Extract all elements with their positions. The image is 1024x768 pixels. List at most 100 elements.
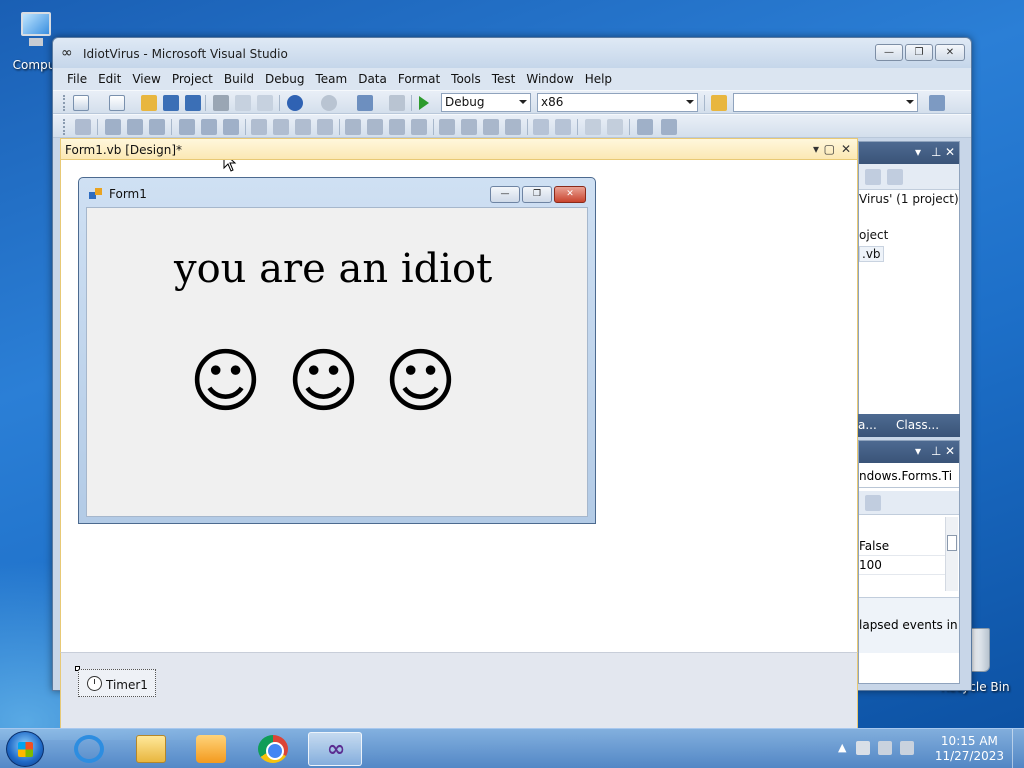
form1-window[interactable]: Form1 — ❐ ✕ you are an idiot ☺ ☺ ☺ — [78, 177, 596, 524]
property-row-interval[interactable]: 100 — [859, 556, 945, 575]
layout-toolbar-grip[interactable] — [63, 119, 66, 135]
menu-test[interactable]: Test — [488, 68, 523, 90]
label-you-are-an-idiot[interactable]: you are an idiot — [174, 246, 492, 292]
new-project-icon[interactable] — [73, 95, 89, 111]
minimize-button[interactable]: — — [875, 44, 903, 61]
menu-project[interactable]: Project — [168, 68, 220, 90]
horizontal-spacing-equal-icon[interactable] — [345, 119, 361, 135]
taskbar-visual-studio[interactable]: ∞ — [308, 732, 362, 766]
property-row-enabled[interactable]: False — [859, 537, 945, 556]
cut-icon[interactable] — [213, 95, 229, 111]
toolbar-grip[interactable] — [63, 95, 66, 111]
menu-team[interactable]: Team — [311, 68, 354, 90]
align-bottoms-icon[interactable] — [223, 119, 239, 135]
document-dropdown-icon[interactable]: ▾ — [813, 142, 819, 156]
show-hidden-icons-icon[interactable]: ▲ — [838, 741, 846, 754]
form1-maximize-button[interactable]: ❐ — [522, 186, 552, 203]
smiley-label-3[interactable]: ☺ — [384, 346, 457, 416]
form1-client-area[interactable]: you are an idiot ☺ ☺ ☺ — [86, 207, 588, 517]
timer1-component[interactable]: Timer1 — [78, 669, 156, 697]
taskbar-internet-explorer[interactable] — [62, 732, 116, 766]
maximize-button[interactable]: ❐ — [905, 44, 933, 61]
align-centers-icon[interactable] — [127, 119, 143, 135]
menu-data[interactable]: Data — [354, 68, 394, 90]
open-file-icon[interactable] — [141, 95, 157, 111]
find-icon[interactable] — [929, 95, 945, 111]
save-all-icon[interactable] — [185, 95, 201, 111]
smiley-label-1[interactable]: ☺ — [189, 346, 262, 416]
menu-help[interactable]: Help — [581, 68, 619, 90]
send-to-back-icon[interactable] — [607, 119, 623, 135]
panel-close-icon[interactable]: ✕ — [945, 145, 955, 159]
menu-debug[interactable]: Debug — [261, 68, 311, 90]
center-horizontally-icon[interactable] — [533, 119, 549, 135]
remove-vertical-spacing-icon[interactable] — [505, 119, 521, 135]
panel-dropdown-icon[interactable]: ▾ — [915, 145, 921, 159]
project-node[interactable]: oject — [859, 228, 888, 242]
align-lefts-icon[interactable] — [105, 119, 121, 135]
align-tops-icon[interactable] — [179, 119, 195, 135]
menu-tools[interactable]: Tools — [447, 68, 488, 90]
align-rights-icon[interactable] — [149, 119, 165, 135]
find-in-files-icon[interactable] — [711, 95, 727, 111]
toolbar-options-icon[interactable] — [661, 119, 677, 135]
show-desktop-button[interactable] — [1012, 729, 1024, 768]
solution-config-combo[interactable]: Debug — [441, 93, 531, 112]
form1-vb-node[interactable]: .vb — [859, 246, 884, 262]
taskbar-clock[interactable]: 10:15 AM 11/27/2023 — [935, 734, 1004, 764]
decrease-vertical-spacing-icon[interactable] — [483, 119, 499, 135]
form1-minimize-button[interactable]: — — [490, 186, 520, 203]
properties-icon[interactable] — [865, 169, 881, 185]
make-same-width-icon[interactable] — [251, 119, 267, 135]
menu-build[interactable]: Build — [220, 68, 261, 90]
vs-title-bar[interactable]: ∞ IdiotVirus - Microsoft Visual Studio —… — [53, 38, 971, 68]
remove-horizontal-spacing-icon[interactable] — [411, 119, 427, 135]
tab-solution-explorer[interactable]: a... — [858, 418, 877, 432]
menu-format[interactable]: Format — [394, 68, 447, 90]
properties-object-combo[interactable]: ndows.Forms.Ti — [859, 466, 959, 488]
menu-file[interactable]: File — [63, 68, 94, 90]
document-maximize-icon[interactable]: ▢ — [824, 142, 835, 156]
taskbar-chrome[interactable] — [246, 732, 300, 766]
document-tab-form1-design[interactable]: Form1.vb [Design]* ▾ ▢ ✕ — [60, 138, 858, 160]
undo-icon[interactable] — [287, 95, 303, 111]
increase-horizontal-spacing-icon[interactable] — [367, 119, 383, 135]
bring-to-front-icon[interactable] — [585, 119, 601, 135]
align-to-grid-icon[interactable] — [75, 119, 91, 135]
add-item-icon[interactable] — [109, 95, 125, 111]
save-icon[interactable] — [163, 95, 179, 111]
menu-window[interactable]: Window — [522, 68, 580, 90]
solution-platform-combo[interactable]: x86 — [537, 93, 698, 112]
view-class-diagram-icon[interactable] — [887, 169, 903, 185]
taskbar-file-explorer[interactable] — [124, 732, 178, 766]
center-vertically-icon[interactable] — [555, 119, 571, 135]
menu-edit[interactable]: Edit — [94, 68, 128, 90]
navigate-forward-icon[interactable] — [389, 95, 405, 111]
form1-title-bar[interactable]: Form1 — [89, 187, 147, 201]
increase-vertical-spacing-icon[interactable] — [461, 119, 477, 135]
paste-icon[interactable] — [257, 95, 273, 111]
align-middles-icon[interactable] — [201, 119, 217, 135]
document-close-icon[interactable]: ✕ — [841, 142, 851, 156]
tab-class-view[interactable]: Class... — [896, 418, 939, 432]
decrease-horizontal-spacing-icon[interactable] — [389, 119, 405, 135]
navigate-backward-icon[interactable] — [357, 95, 373, 111]
form1-close-button[interactable]: ✕ — [554, 186, 586, 203]
size-to-grid-icon[interactable] — [317, 119, 333, 135]
properties-pin-icon[interactable]: ⊥ — [931, 444, 941, 458]
network-icon[interactable] — [878, 741, 892, 755]
property-grid-scrollbar[interactable] — [945, 517, 958, 591]
properties-close-icon[interactable]: ✕ — [945, 444, 955, 458]
make-same-size-icon[interactable] — [295, 119, 311, 135]
menu-view[interactable]: View — [128, 68, 167, 90]
scroll-thumb[interactable] — [947, 535, 957, 551]
volume-muted-icon[interactable] — [900, 741, 914, 755]
make-same-height-icon[interactable] — [273, 119, 289, 135]
action-center-icon[interactable] — [856, 741, 870, 755]
redo-icon[interactable] — [321, 95, 337, 111]
property-pages-icon[interactable] — [865, 495, 881, 511]
panel-pin-icon[interactable]: ⊥ — [931, 145, 941, 159]
vertical-spacing-equal-icon[interactable] — [439, 119, 455, 135]
start-button[interactable] — [6, 731, 44, 767]
solution-node[interactable]: Virus' (1 project) — [859, 192, 959, 206]
